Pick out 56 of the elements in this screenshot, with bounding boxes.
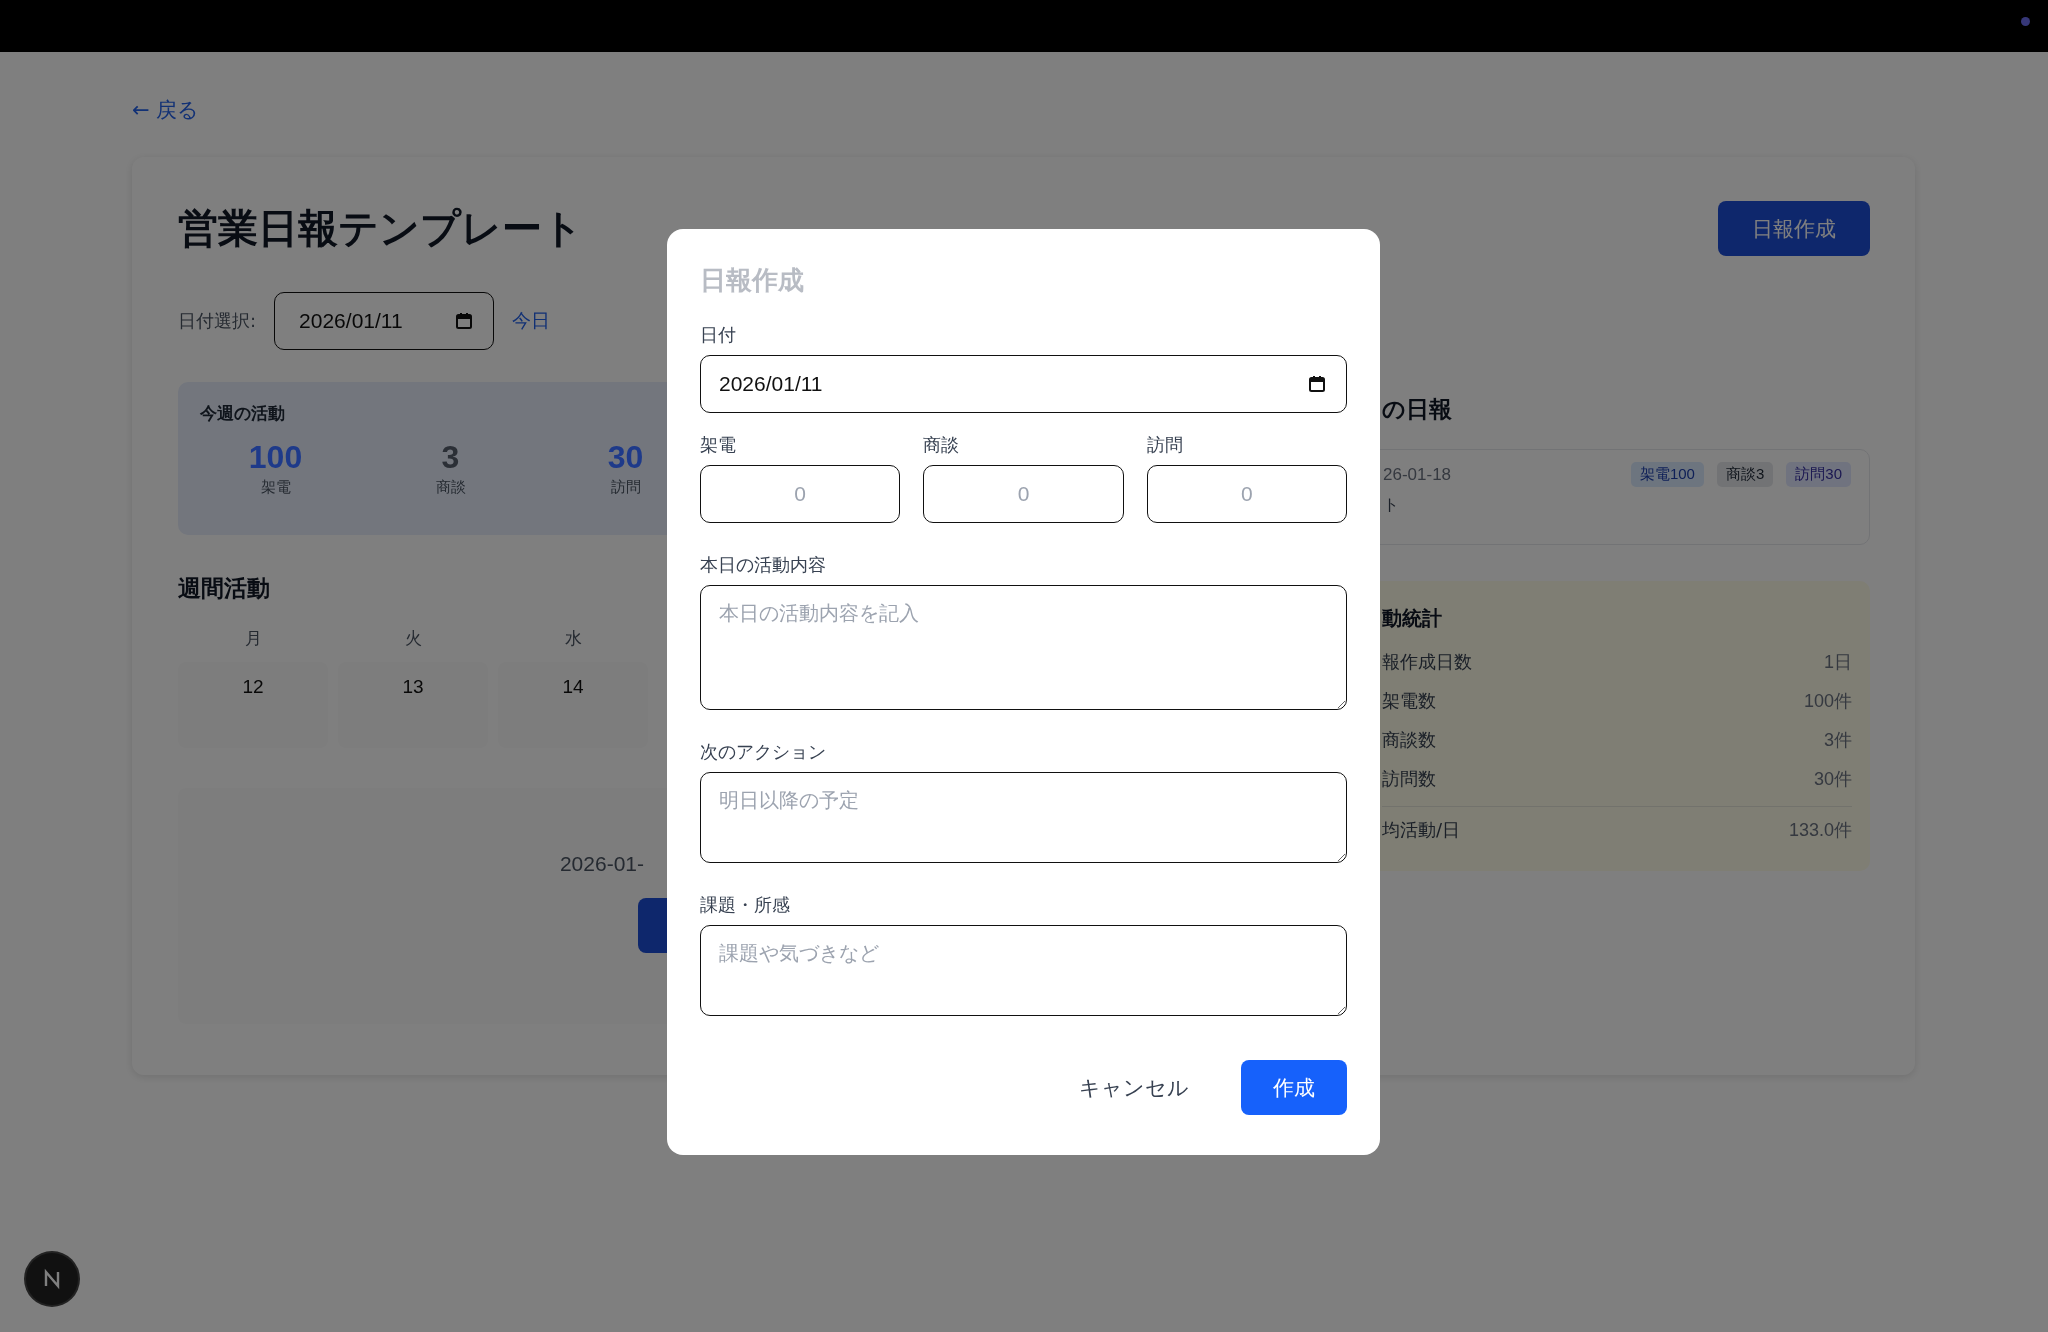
summary-title: 今週の活動 [199, 402, 286, 425]
field-label: 課題・所感 [700, 893, 791, 917]
stat-label: 架電数 [1382, 688, 1436, 713]
calendar-icon [455, 312, 474, 330]
field-label: 日付 [700, 323, 737, 347]
stat-value: 3件 [1824, 728, 1852, 752]
text-area[interactable]: 課題や気づきなど [700, 925, 1347, 1016]
field-label: 架電 [700, 433, 737, 457]
cancel-button[interactable]: キャンセル [1057, 1060, 1211, 1115]
field-label: 次のアクション [700, 740, 827, 764]
n-logo-icon[interactable] [26, 1253, 78, 1305]
stat-value: 30 [607, 439, 644, 476]
stat-label: 架電 [260, 478, 291, 497]
weekday-label: 水 [563, 627, 583, 650]
back-link[interactable]: ← 戻る [132, 96, 200, 124]
report-date: 2026-01- [559, 852, 644, 876]
dialog-title: 日報作成 [700, 264, 805, 297]
date-label: 日付選択: [178, 309, 257, 333]
date-field[interactable]: 2026/01/11 [700, 355, 1347, 413]
stat-label: 訪問 [610, 478, 641, 497]
stat-value: 133.0件 [1788, 819, 1852, 842]
report-date: 26-01-18 [1383, 464, 1452, 485]
text-area[interactable]: 本日の活動内容を記入 [700, 585, 1347, 710]
stat-value: 30件 [1813, 767, 1852, 791]
create-button[interactable]: 作成 [1241, 1060, 1347, 1115]
stat-value: 100件 [1803, 689, 1852, 713]
calendar-icon [1308, 375, 1326, 393]
stat-value: 100 [248, 439, 303, 476]
weekday-label: 月 [243, 627, 263, 650]
date-field[interactable]: 2026/01/11 [274, 292, 495, 350]
number-field[interactable]: 0 [700, 465, 901, 523]
stat-label: 報作成日数 [1382, 649, 1472, 674]
stat-value: 3 [441, 439, 460, 476]
tag: 商談3 [1716, 462, 1774, 487]
stat-label: 均活動/日 [1382, 818, 1461, 842]
number-field[interactable]: 0 [923, 465, 1124, 523]
create-report-button[interactable]: 日報作成 [1718, 201, 1870, 256]
tag: 訪問30 [1786, 462, 1851, 487]
stat-value: 1日 [1824, 650, 1852, 674]
today-link[interactable]: 今日 [512, 308, 551, 334]
status-dot-icon [2021, 17, 2030, 26]
weekday-label: 火 [403, 627, 423, 650]
stat-label: 商談数 [1382, 727, 1436, 752]
tag: 架電100 [1630, 462, 1704, 487]
page-title: 営業日報テンプレート [178, 204, 583, 253]
stat-label: 訪問数 [1382, 766, 1436, 791]
section-title: の日報 [1382, 395, 1453, 424]
stat-label: 商談 [435, 478, 466, 497]
section-title: 週間活動 [178, 574, 271, 603]
stats-title: 動統計 [1382, 605, 1443, 632]
field-label: 本日の活動内容 [700, 553, 827, 577]
field-label: 訪問 [1146, 433, 1184, 457]
field-label: 商談 [923, 433, 961, 457]
text-area[interactable]: 明日以降の予定 [700, 772, 1347, 863]
report-note: ト [1383, 495, 1400, 516]
number-field[interactable]: 0 [1146, 465, 1347, 523]
